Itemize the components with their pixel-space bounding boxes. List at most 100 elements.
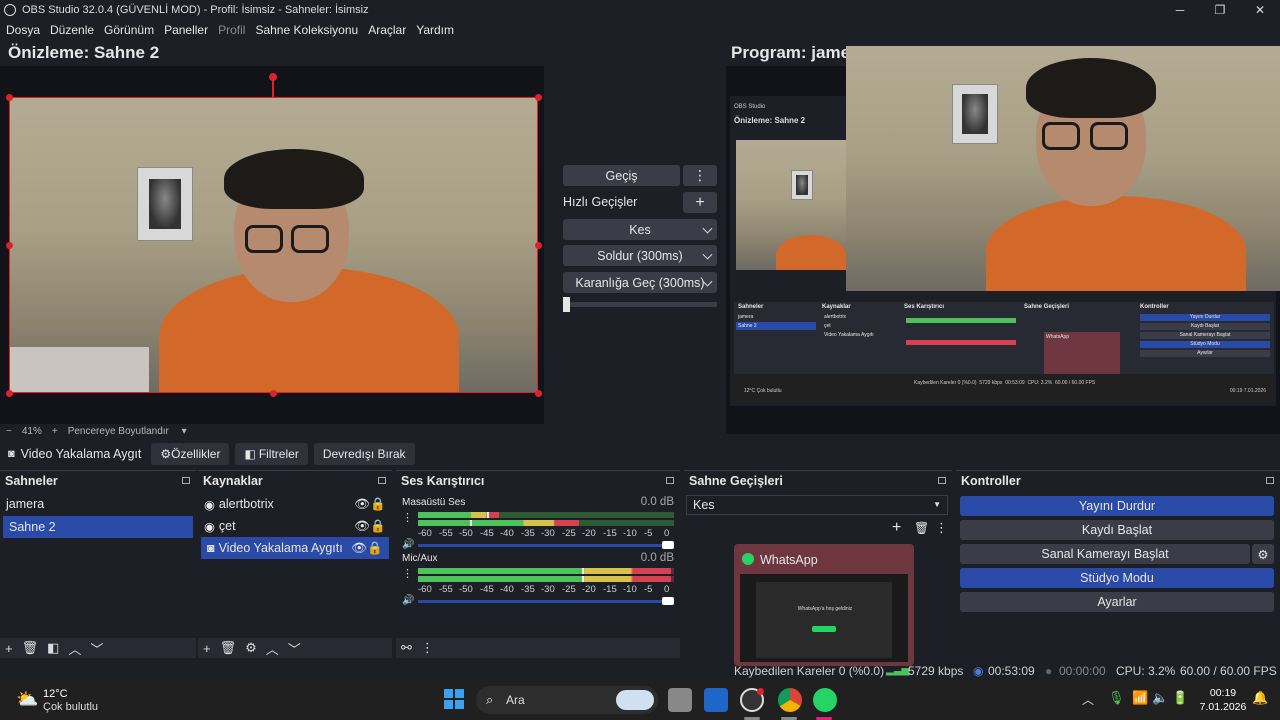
menu-dots-icon[interactable]: ⋮	[935, 520, 948, 536]
menu-scene-collection[interactable]: Sahne Koleksiyonu	[255, 23, 358, 37]
speaker-icon[interactable]: 🔊	[402, 595, 414, 606]
chrome-icon[interactable]	[778, 688, 802, 712]
lock-icon[interactable]: 🔒	[367, 541, 383, 556]
lock-icon[interactable]: 🔒	[370, 497, 386, 512]
chevron-up-icon[interactable]: ︿	[266, 639, 279, 658]
speaker-icon[interactable]: 🔊	[402, 539, 414, 550]
gear-icon[interactable]: ⚙	[245, 640, 257, 656]
tray-chevron-icon[interactable]: ︿	[1082, 691, 1094, 708]
preview-canvas[interactable]	[0, 66, 544, 424]
trash-icon[interactable]: 🗑	[22, 640, 39, 656]
lock-icon[interactable]: 🔒	[370, 519, 386, 534]
stop-streaming-button[interactable]: Yayını Durdur	[960, 496, 1274, 516]
start-button[interactable]	[444, 689, 464, 709]
eye-icon[interactable]: 👁	[354, 497, 370, 512]
filters-button[interactable]: ◧ Filtreler	[235, 443, 308, 465]
float-icon[interactable]	[182, 477, 190, 484]
resize-handle[interactable]	[6, 390, 13, 397]
menu-edit[interactable]: Düzenle	[50, 23, 94, 37]
trash-icon[interactable]: 🗑	[914, 521, 929, 535]
transition-button[interactable]: Geçiş	[563, 165, 680, 186]
notification-icon[interactable]: 🔔	[1252, 690, 1268, 706]
source-item[interactable]: ◉ çet 👁 🔒	[198, 515, 392, 537]
transition-select[interactable]: Kes ▼	[686, 495, 948, 515]
level-meter	[418, 568, 674, 574]
eye-icon[interactable]: 👁	[354, 519, 370, 534]
close-button[interactable]: ✕	[1240, 0, 1280, 20]
whatsapp-preview-popup[interactable]: WhatsApp WhatsApp'a hoş geldiniz	[734, 544, 914, 666]
resize-handle[interactable]	[535, 94, 542, 101]
clock-time[interactable]: 00:19	[1200, 687, 1246, 699]
trash-icon[interactable]: 🗑	[220, 640, 237, 656]
resize-handle[interactable]	[535, 390, 542, 397]
volume-handle[interactable]	[662, 541, 674, 549]
filter-icon[interactable]: ◧	[47, 640, 59, 656]
wifi-icon[interactable]: 📶	[1132, 690, 1148, 706]
zoom-out-button[interactable]: −	[6, 426, 12, 437]
minimize-button[interactable]: ─	[1160, 0, 1200, 20]
clock-date[interactable]: 7.01.2026	[1196, 701, 1250, 713]
scene-item[interactable]: Sahne 2	[3, 516, 193, 538]
source-item[interactable]: ◉ alertbotrix 👁 🔒	[198, 493, 392, 515]
studio-mode-button[interactable]: Stüdyo Modu	[960, 568, 1274, 588]
chevron-up-icon[interactable]: ︿	[68, 639, 81, 658]
start-virtual-camera-button[interactable]: Sanal Kamerayı Başlat	[960, 544, 1250, 564]
task-view-icon[interactable]	[668, 688, 692, 712]
volume-slider[interactable]	[418, 600, 668, 603]
search-box[interactable]: ⌕ Ara	[476, 686, 658, 714]
add-icon[interactable]: +	[5, 641, 13, 656]
tbar-slider[interactable]	[563, 302, 717, 307]
scene-item[interactable]: jamera	[0, 493, 196, 515]
menu-docks[interactable]: Paneller	[164, 23, 208, 37]
resize-handle[interactable]	[6, 242, 13, 249]
zoom-in-button[interactable]: +	[52, 426, 58, 437]
deactivate-button[interactable]: Devredışı Bırak	[313, 443, 415, 465]
rotate-handle[interactable]	[269, 73, 277, 81]
menu-profile[interactable]: Profil	[218, 23, 245, 37]
whatsapp-taskbar-icon[interactable]	[813, 688, 837, 712]
quick-transition-cut[interactable]: Kes	[563, 219, 717, 240]
quick-transition-fade[interactable]: Soldur (300ms)	[563, 245, 717, 266]
weather-icon[interactable]: ⛅	[16, 689, 38, 710]
battery-icon[interactable]: 🔋	[1172, 690, 1188, 706]
menu-file[interactable]: Dosya	[6, 23, 40, 37]
channel-menu-icon[interactable]: ⋮	[402, 511, 413, 524]
maximize-button[interactable]: ❐	[1200, 0, 1240, 20]
nested-whatsapp-popup: WhatsApp	[1044, 332, 1120, 380]
volume-handle[interactable]	[662, 597, 674, 605]
selection-box[interactable]	[9, 97, 538, 393]
gear-icon[interactable]: ⚙	[1252, 544, 1274, 564]
microphone-icon[interactable]: 🎙	[1108, 690, 1125, 706]
transition-menu-button[interactable]: ⋮	[683, 165, 717, 186]
nested-title: OBS Studio	[734, 104, 766, 110]
chevron-down-icon[interactable]: ﹀	[288, 639, 301, 658]
add-icon[interactable]: +	[892, 519, 901, 537]
channel-menu-icon[interactable]: ⋮	[402, 567, 413, 580]
float-icon[interactable]	[666, 477, 674, 484]
eye-icon[interactable]: 👁	[351, 541, 367, 556]
menu-tools[interactable]: Araçlar	[368, 23, 406, 37]
properties-button[interactable]: ⚙ Özellikler	[151, 443, 230, 465]
source-item[interactable]: ◙ Video Yakalama Aygıtı 👁 🔒	[201, 537, 389, 559]
zoom-mode-select[interactable]: Pencereye Boyutlandır ▾	[68, 426, 187, 437]
float-icon[interactable]	[378, 477, 386, 484]
add-icon[interactable]: +	[203, 641, 211, 656]
link-icon[interactable]: ⚯	[401, 640, 412, 656]
volume-slider[interactable]	[418, 544, 668, 547]
volume-icon[interactable]: 🔈	[1152, 690, 1168, 706]
outlook-icon[interactable]	[704, 688, 728, 712]
tbar-handle[interactable]	[563, 297, 570, 312]
add-quick-transition-button[interactable]: +	[683, 192, 717, 213]
start-recording-button[interactable]: Kaydı Başlat	[960, 520, 1274, 540]
settings-button[interactable]: Ayarlar	[960, 592, 1274, 612]
float-icon[interactable]	[1266, 477, 1274, 484]
menu-view[interactable]: Görünüm	[104, 23, 154, 37]
chevron-down-icon[interactable]: ﹀	[90, 639, 103, 658]
resize-handle[interactable]	[270, 390, 277, 397]
menu-help[interactable]: Yardım	[416, 23, 454, 37]
quick-transition-fade-to-black[interactable]: Karanlığa Geç (300ms)	[563, 272, 717, 293]
menu-dots-icon[interactable]: ⋮	[421, 640, 434, 656]
float-icon[interactable]	[938, 477, 946, 484]
resize-handle[interactable]	[6, 94, 13, 101]
resize-handle[interactable]	[535, 242, 542, 249]
